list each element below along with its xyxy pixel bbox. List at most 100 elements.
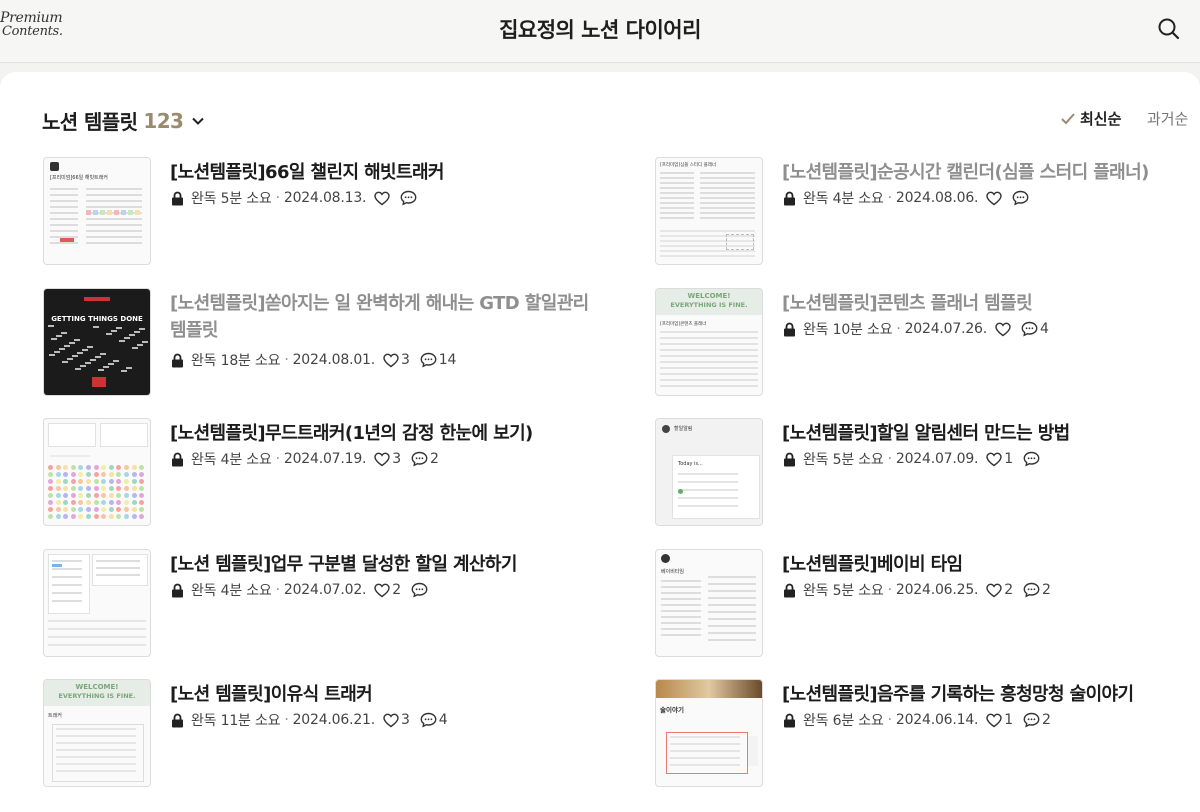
post-title[interactable]: [노션 템플릿]이유식 트래커 (170, 681, 590, 708)
read-time: 완독 5분 소요 (803, 583, 884, 599)
comment-count: 2 (1042, 712, 1051, 728)
lock-icon (782, 452, 797, 467)
post-card[interactable]: WELCOME! EVERYTHING IS FINE. 트래커 [노션 템플릿]이유… (43, 679, 603, 789)
comment-icon[interactable] (400, 190, 417, 206)
heart-icon[interactable] (995, 322, 1011, 337)
comment-icon[interactable] (411, 582, 428, 598)
post-thumbnail[interactable]: 술이야기 (655, 679, 763, 787)
post-thumbnail[interactable]: [프리미엄]66일 해빗트래커 (43, 157, 151, 265)
post-title[interactable]: [노션템플릿]쏟아지는 일 완벽하게 해내는 GTD 할일관리 템플릿 (170, 290, 590, 344)
heart-icon[interactable] (374, 452, 390, 467)
post-title[interactable]: [노션템플릿]무드트래커(1년의 감정 한눈에 보기) (170, 420, 590, 447)
like-count: 1 (1004, 451, 1014, 467)
meta-separator: · (896, 321, 901, 337)
comment-icon[interactable] (1023, 451, 1040, 467)
post-card[interactable]: 베이비타임 [노션템플릿]베이비 타임 완독 5분 소요 · 2024.06.25. 2 2 (655, 549, 1200, 659)
like-count: 3 (401, 712, 410, 728)
post-meta: 완독 6분 소요 · 2024.06.14. 1 2 (782, 710, 1051, 730)
post-title[interactable]: [노션템플릿]베이비 타임 (782, 551, 1200, 578)
like-count: 2 (392, 582, 402, 598)
post-date: 2024.06.14. (895, 712, 979, 728)
lock-icon (170, 191, 185, 206)
comment-icon[interactable] (1012, 190, 1029, 206)
post-meta: 완독 10분 소요 · 2024.07.26. 4 (782, 319, 1049, 339)
lock-icon (782, 322, 797, 337)
lock-icon (170, 583, 185, 598)
lock-icon (170, 353, 185, 368)
lock-icon (782, 191, 797, 206)
post-thumbnail[interactable]: WELCOME! EVERYTHING IS FINE. 트래커 (43, 679, 151, 787)
chevron-down-icon (192, 117, 205, 125)
comment-count: 14 (438, 352, 457, 368)
heart-icon[interactable] (374, 191, 390, 206)
lock-icon (782, 583, 797, 598)
category-selector[interactable]: 노션 템플릿 123 (42, 106, 205, 135)
meta-separator: · (275, 190, 280, 206)
post-card[interactable]: [프리미엄]66일 해빗트래커 [노션템플릿]66일 챌린지 해빗트래커 완독 5분… (43, 157, 603, 267)
heart-icon[interactable] (986, 713, 1002, 728)
post-thumbnail[interactable]: 베이비타임 (655, 549, 763, 657)
post-thumbnail[interactable]: 할일알림 Today is... (655, 418, 763, 526)
post-title[interactable]: [노션템플릿]음주를 기록하는 흥청망청 술이야기 (782, 681, 1200, 708)
heart-icon[interactable] (374, 583, 390, 598)
heart-icon[interactable] (383, 713, 399, 728)
heart-icon[interactable] (986, 583, 1002, 598)
read-time: 완독 10분 소요 (803, 322, 893, 338)
post-card[interactable]: [노션템플릿]무드트래커(1년의 감정 한눈에 보기) 완독 4분 소요 · 2024… (43, 418, 603, 528)
read-time: 완독 6분 소요 (803, 713, 884, 729)
thumb-text: 트래커 (48, 713, 62, 719)
sort-newest-label: 최신순 (1080, 110, 1122, 128)
sort-oldest-button[interactable]: 과거순 (1147, 108, 1188, 129)
post-card[interactable]: [노션 템플릿]업무 구분별 달성한 할일 계산하기 완독 4분 소요 · 2024.… (43, 549, 603, 659)
post-card[interactable]: WELCOME! EVERYTHING IS FINE. [프리미엄]콘텐츠 플래너… (655, 288, 1200, 398)
check-icon (1061, 112, 1075, 124)
like-count: 3 (392, 451, 402, 467)
comment-icon[interactable] (411, 451, 428, 467)
meta-separator: · (887, 712, 892, 728)
post-meta: 완독 5분 소요 · 2024.08.13. (170, 188, 417, 208)
search-icon[interactable] (1156, 16, 1182, 42)
post-meta: 완독 4분 소요 · 2024.07.19. 3 2 (170, 449, 439, 469)
thumb-text: [프리미엄]66일 해빗트래커 (50, 175, 108, 181)
sort-newest-button[interactable]: 최신순 (1060, 108, 1121, 129)
post-date: 2024.07.02. (283, 582, 367, 598)
post-meta: 완독 11분 소요 · 2024.06.21. 3 4 (170, 710, 448, 730)
post-thumbnail[interactable]: [프리미엄]심플 스터디 플래너 (655, 157, 763, 265)
post-thumbnail[interactable] (43, 549, 151, 657)
comment-icon[interactable] (420, 712, 437, 728)
post-title[interactable]: [노션템플릿]순공시간 캘린더(심플 스터디 플래너) (782, 159, 1200, 186)
post-meta: 완독 18분 소요 · 2024.08.01. 3 14 (170, 350, 456, 370)
comment-icon[interactable] (1023, 712, 1040, 728)
meta-separator: · (887, 451, 892, 467)
heart-icon[interactable] (986, 452, 1002, 467)
read-time: 완독 5분 소요 (191, 191, 272, 207)
comment-icon[interactable] (1023, 582, 1040, 598)
comment-icon[interactable] (1021, 321, 1038, 337)
comment-count: 2 (430, 451, 439, 467)
post-title[interactable]: [노션템플릿]콘텐츠 플래너 템플릿 (782, 290, 1200, 317)
site-title[interactable]: 집요정의 노션 다이어리 (0, 14, 1200, 44)
post-date: 2024.07.26. (904, 321, 988, 337)
post-title[interactable]: [노션 템플릿]업무 구분별 달성한 할일 계산하기 (170, 551, 590, 578)
thumb-text: [프리미엄]콘텐츠 플래너 (660, 322, 707, 327)
post-card[interactable]: 할일알림 Today is... [노션템플릿]할일 알림센터 만드는 방법완독 5… (655, 418, 1200, 528)
lock-icon (170, 452, 185, 467)
read-time: 완독 18분 소요 (191, 353, 281, 369)
comment-count: 4 (438, 712, 448, 728)
heart-icon[interactable] (383, 353, 399, 368)
like-count: 1 (1004, 712, 1014, 728)
meta-separator: · (284, 352, 289, 368)
comment-icon[interactable] (420, 352, 437, 368)
post-thumbnail[interactable] (43, 418, 151, 526)
thumb-text: WELCOME! (687, 292, 731, 300)
post-card[interactable]: GETTING THINGS DONE [노션템플릿]쏟아지는 일 완벽하게 해내… (43, 288, 603, 398)
post-thumbnail[interactable]: WELCOME! EVERYTHING IS FINE. [프리미엄]콘텐츠 플래너 (655, 288, 763, 396)
post-card[interactable]: 술이야기 [노션템플릿]음주를 기록하는 흥청망청 술이야기 완독 6분 소요 · 20… (655, 679, 1200, 789)
post-thumbnail[interactable]: GETTING THINGS DONE (43, 288, 151, 396)
post-card[interactable]: [프리미엄]심플 스터디 플래너 [노션템플릿]순공시간 캘린더(심플 스터디 플… (655, 157, 1200, 267)
read-time: 완독 5분 소요 (803, 452, 884, 468)
post-title[interactable]: [노션템플릿]할일 알림센터 만드는 방법 (782, 420, 1200, 447)
post-title[interactable]: [노션템플릿]66일 챌린지 해빗트래커 (170, 159, 590, 186)
heart-icon[interactable] (986, 191, 1002, 206)
post-date: 2024.08.13. (283, 190, 367, 206)
